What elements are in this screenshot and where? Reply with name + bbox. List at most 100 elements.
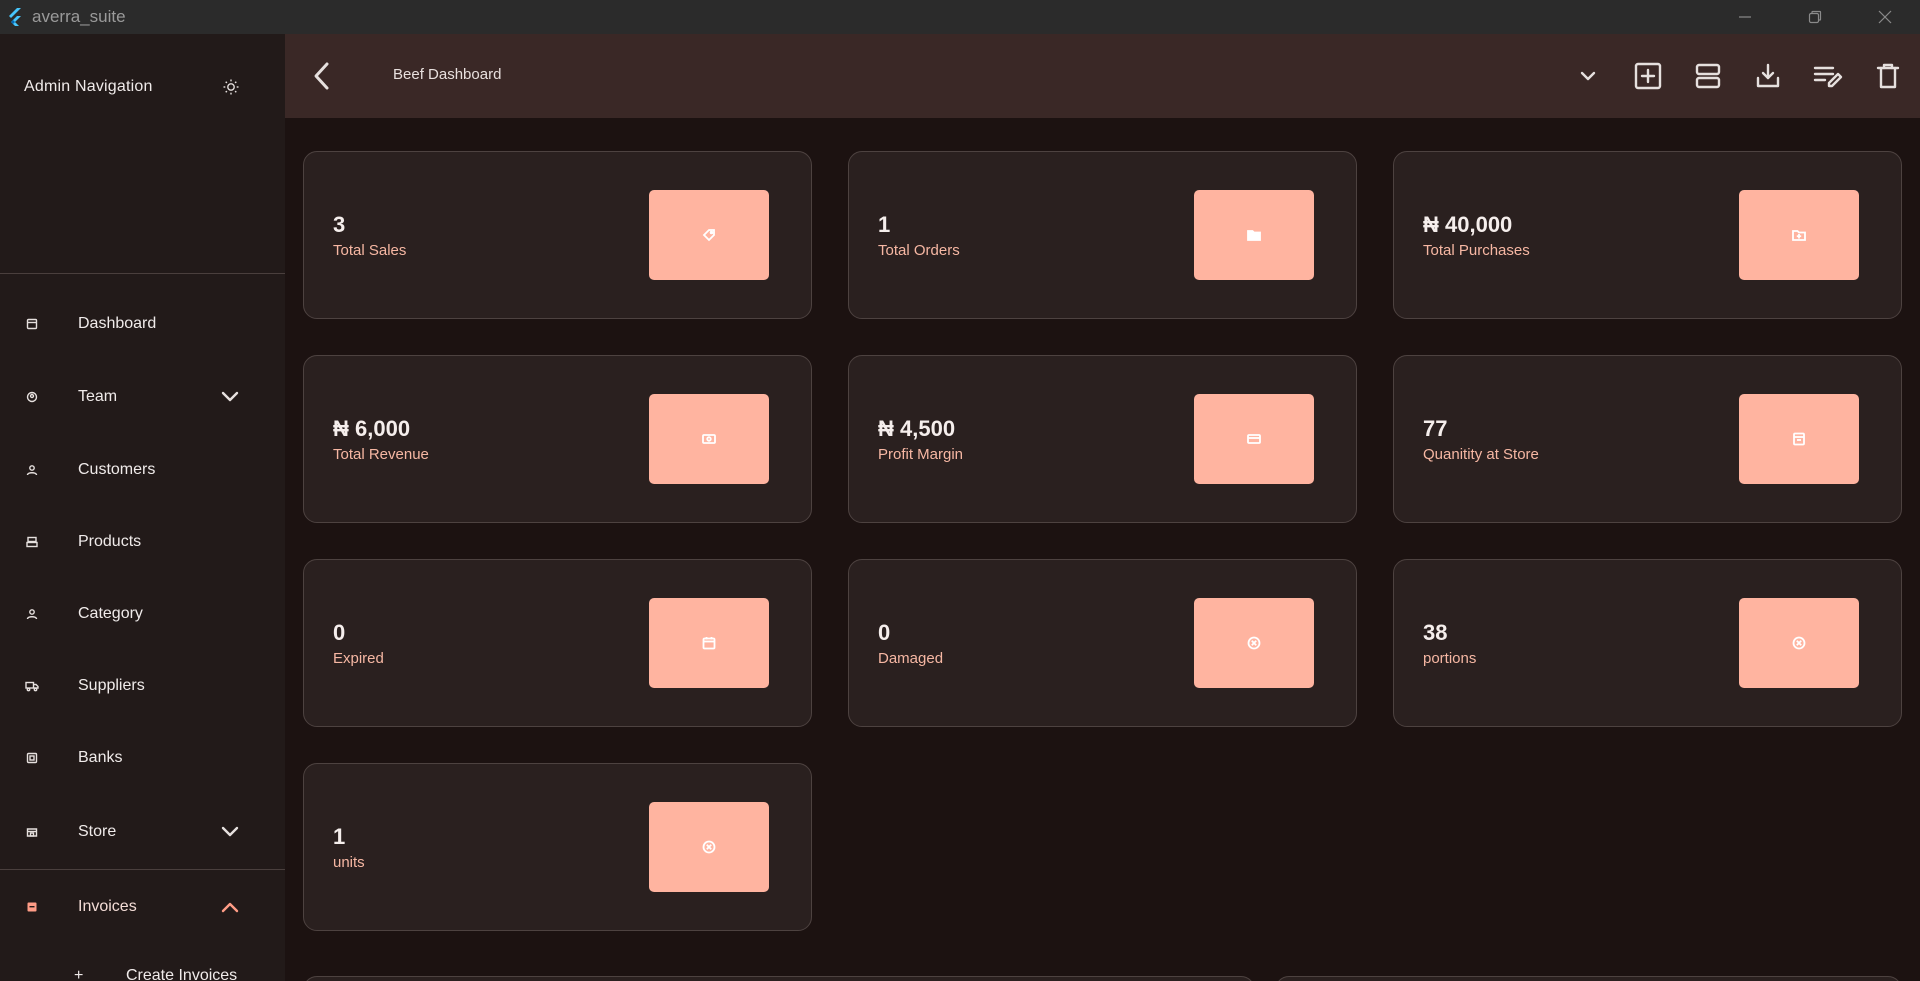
sidebar-divider [0,869,285,870]
view-agenda-icon [1695,63,1721,89]
sidebar-item-label: Dashboard [78,315,157,332]
person-icon [25,463,39,477]
sidebar-item-label: Banks [78,749,123,766]
stat-card-total-revenue[interactable]: ₦ 6,000 Total Revenue [303,355,812,523]
stat-card-units[interactable]: 1 units [303,763,812,931]
flutter-logo-icon [9,8,21,26]
stat-label: Damaged [878,650,944,667]
sidebar-item-products[interactable]: Products [0,514,285,570]
page-title: Beef Dashboard [393,66,502,83]
sidebar-item-invoices[interactable]: Invoices [0,879,285,935]
window-title: averra_suite [32,7,126,26]
stat-card-total-purchases[interactable]: ₦ 40,000 Total Purchases [1393,151,1902,319]
stat-card-damaged[interactable]: 0 Damaged [848,559,1357,727]
stat-card-profit-margin[interactable]: ₦ 4,500 Profit Margin [848,355,1357,523]
sidebar-subitem-create-invoices[interactable]: + Create Invoices [0,956,285,981]
stat-value: 77 [1423,416,1448,441]
stat-label: Profit Margin [878,446,964,463]
dashboard-icon [25,317,39,331]
products-icon [25,535,39,549]
stat-value: 1 [878,212,891,237]
category-icon [25,607,39,621]
chevron-up-icon[interactable] [219,896,241,918]
app-bar: Beef Dashboard [285,34,1920,118]
stat-card-portions[interactable]: 38 portions [1393,559,1902,727]
sidebar-item-label: Invoices [78,898,137,915]
stat-label: Total Revenue [333,446,429,463]
stat-icon-tile [1739,598,1859,688]
stat-card-total-sales[interactable]: 3 Total Sales [303,151,812,319]
chevron-down-icon [1580,71,1596,81]
sidebar-item-suppliers[interactable]: Suppliers [0,658,285,714]
dropdown-button[interactable] [1568,56,1608,96]
sidebar-item-label: Team [78,388,118,405]
stat-icon-tile [1739,394,1859,484]
stat-value: 0 [333,620,346,645]
download-button[interactable] [1748,56,1788,96]
restore-button[interactable] [1780,0,1850,34]
delete-icon [1876,63,1900,89]
back-arrow-icon[interactable] [307,60,339,92]
sidebar-title: Admin Navigation [24,78,153,95]
stat-value: ₦ 40,000 [1423,212,1513,237]
folder-add-icon [1792,230,1806,241]
cancel-circle-icon [1247,636,1261,650]
stat-icon-tile [1194,598,1314,688]
download-icon [1756,63,1780,88]
stat-value: 3 [333,212,346,237]
stat-card-expired[interactable]: 0 Expired [303,559,812,727]
bank-icon [25,751,39,765]
stat-icon-tile [649,598,769,688]
sidebar-item-label: Suppliers [78,677,145,694]
sidebar-item-label: Store [78,823,117,840]
plus-icon: + [74,967,84,981]
chevron-down-icon[interactable] [219,821,241,843]
sidebar-item-banks[interactable]: Banks [0,730,285,786]
chart-card-right [1275,976,1902,981]
stat-card-total-orders[interactable]: 1 Total Orders [848,151,1357,319]
store-icon [25,825,39,839]
sidebar-item-store[interactable]: Store [0,804,285,860]
stat-label: Total Orders [878,242,960,259]
stat-icon-tile [649,802,769,892]
money-icon [702,434,716,444]
stat-label: Expired [333,650,384,667]
sidebar-item-customers[interactable]: Customers [0,442,285,498]
sidebar-item-label: Category [78,605,143,622]
minimize-button[interactable] [1710,0,1780,34]
chart-card-left [303,976,1255,981]
view-agenda-button[interactable] [1688,56,1728,96]
stat-value: 0 [878,620,891,645]
add-button[interactable] [1628,56,1668,96]
stat-value: ₦ 4,500 [878,416,956,441]
stat-card-quantity-at-store[interactable]: 77 Quanitity at Store [1393,355,1902,523]
stat-icon-tile [1194,190,1314,280]
stat-value: ₦ 6,000 [333,416,411,441]
sidebar-subitem-label: Create Invoices [126,967,238,981]
store-box-icon [1793,432,1805,446]
card-icon [1247,434,1261,444]
edit-list-icon [1813,66,1843,88]
dashboard-content: 3 Total Sales 1 Total Orders ₦ 40,000 To… [285,118,1920,981]
edit-list-button[interactable] [1808,56,1848,96]
stat-label: portions [1423,650,1477,667]
stat-label: units [333,854,365,871]
delete-button[interactable] [1868,56,1908,96]
theme-toggle-icon[interactable] [222,78,240,96]
sidebar-item-dashboard[interactable]: Dashboard [0,296,285,352]
add-box-icon [1634,62,1662,90]
sidebar-item-team[interactable]: Team [0,369,285,425]
sidebar-item-category[interactable]: Category [0,586,285,642]
tag-icon [702,229,715,242]
chevron-down-icon[interactable] [219,386,241,408]
calendar-icon [702,637,716,650]
truck-icon [25,679,39,693]
minimize-icon [1739,16,1751,18]
stat-label: Total Sales [333,242,407,259]
close-window-button[interactable] [1850,0,1920,34]
admin-sidebar: Admin Navigation Dashboard Team Customer… [0,34,285,981]
stat-icon-tile [649,394,769,484]
folder-icon [1247,230,1261,241]
stat-value: 1 [333,824,346,849]
sidebar-item-label: Products [78,533,142,550]
